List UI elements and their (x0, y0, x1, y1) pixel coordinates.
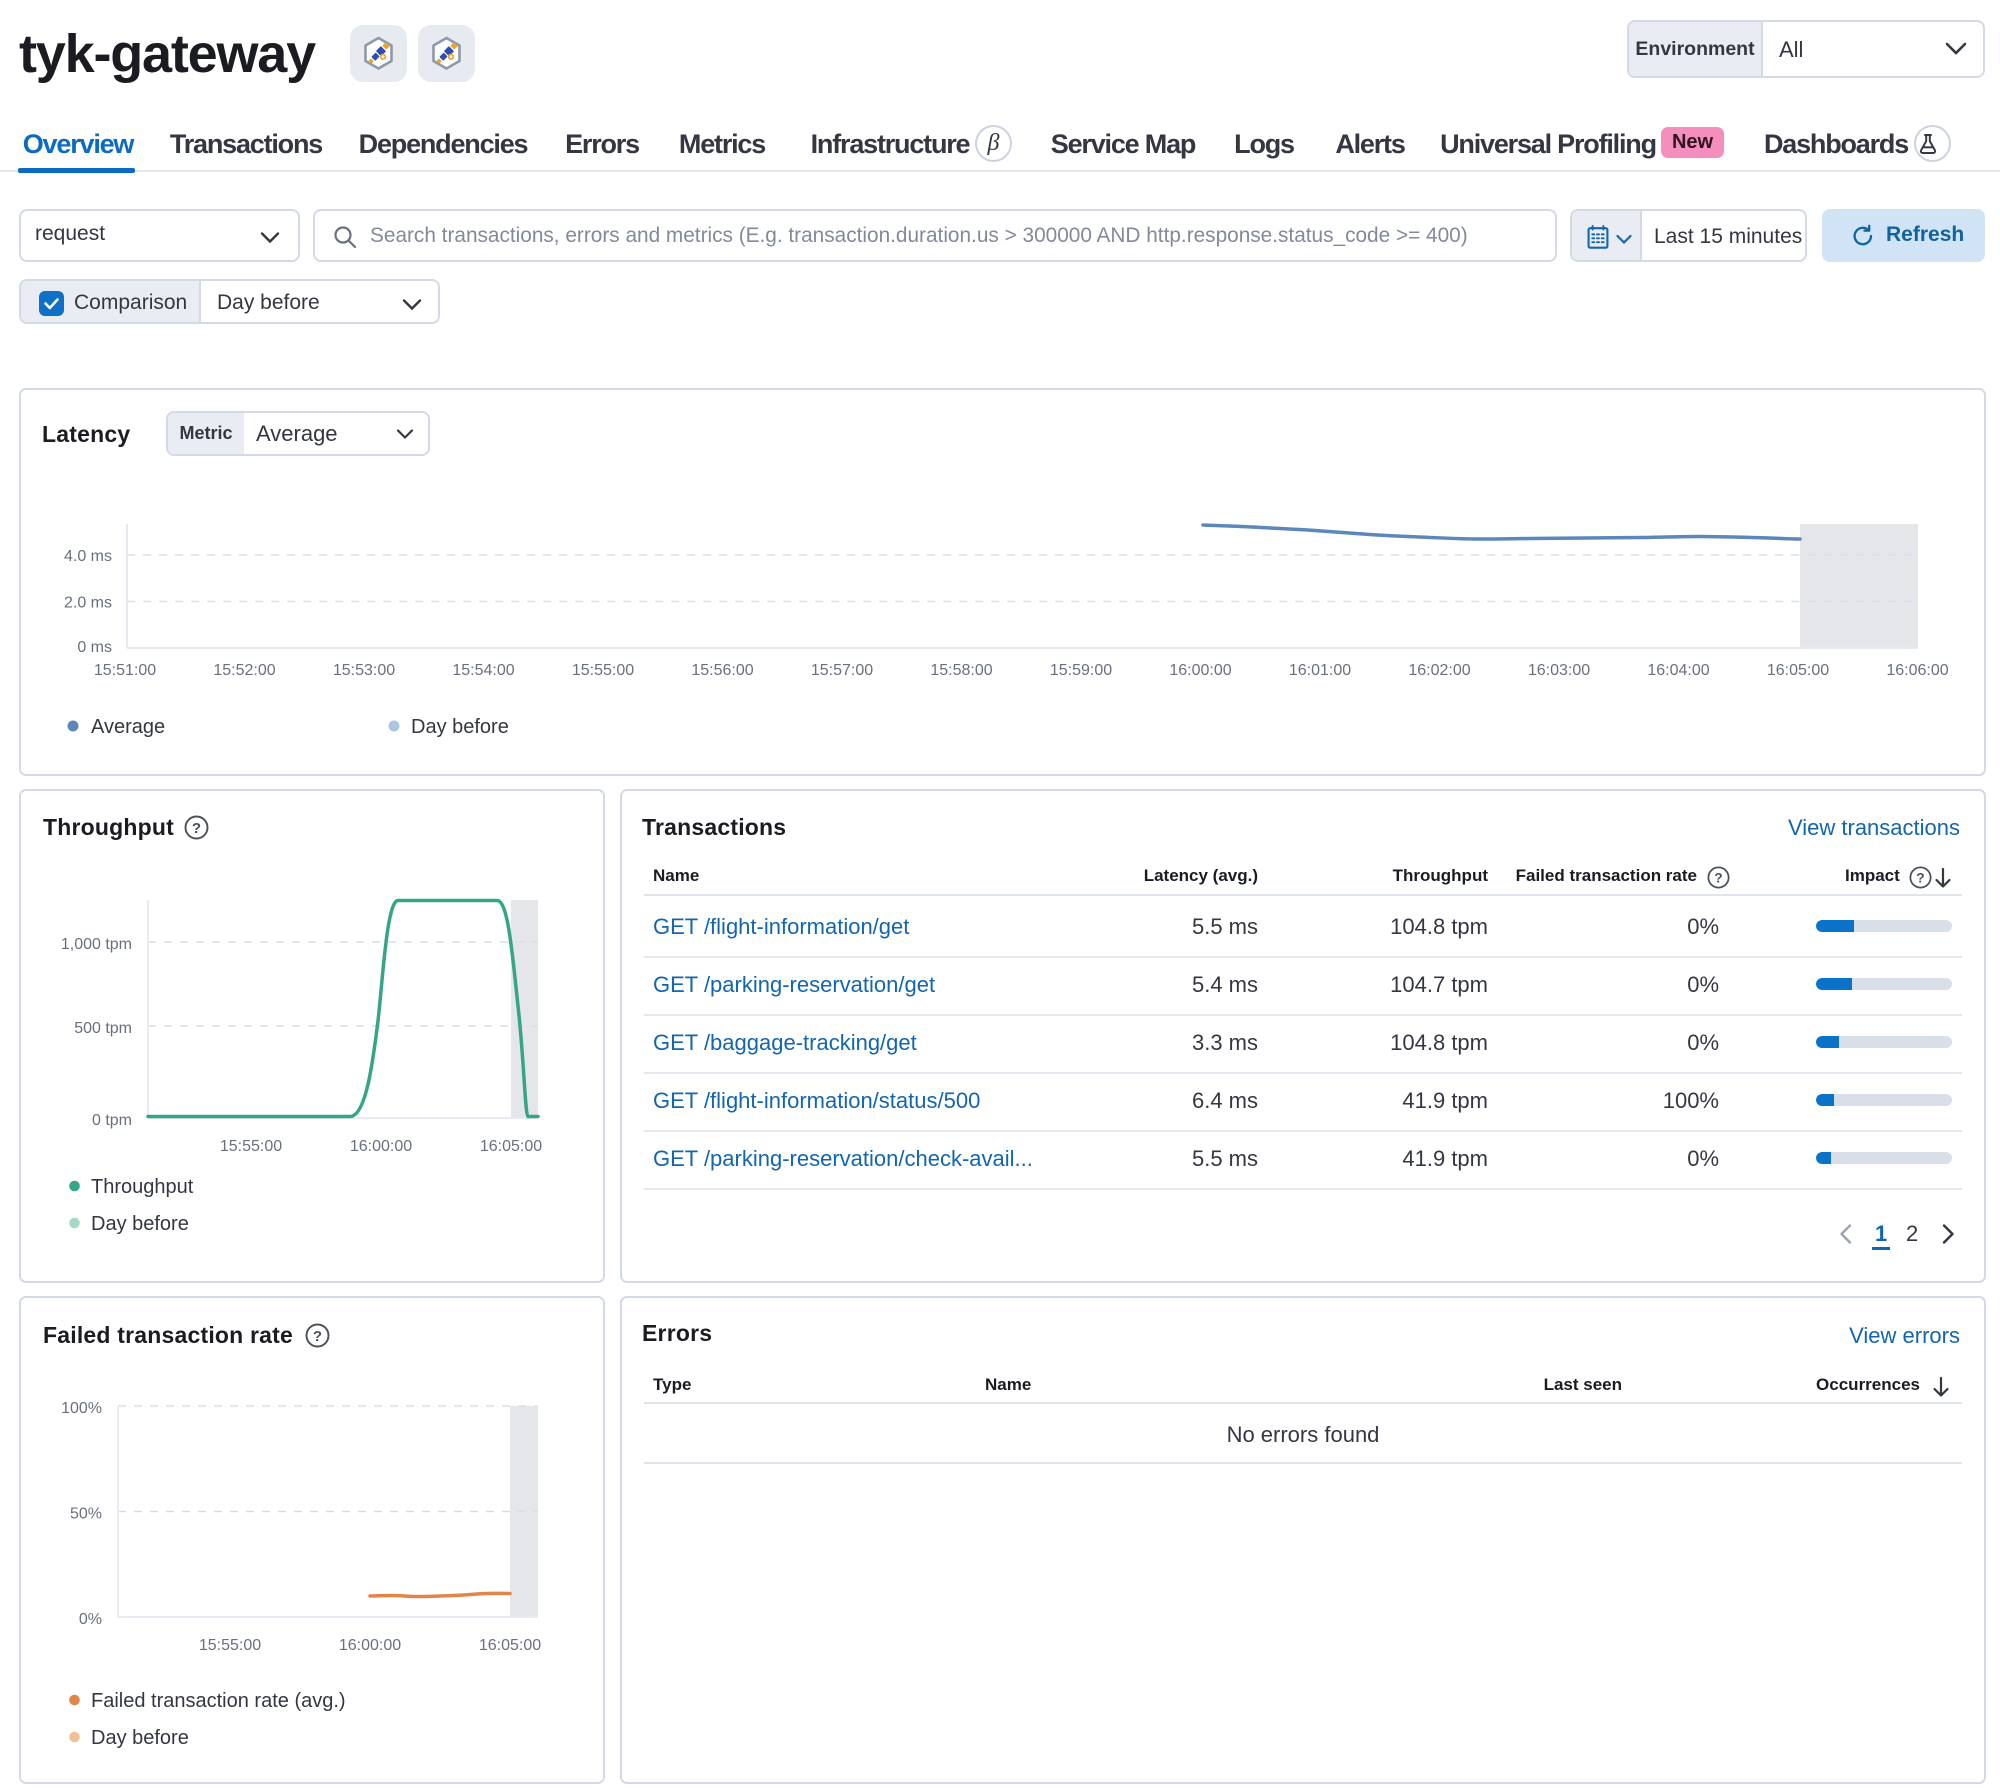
svg-text:15:55:00: 15:55:00 (199, 1637, 261, 1654)
svg-text:0%: 0% (79, 1611, 102, 1628)
svg-text:Average: Average (91, 716, 165, 738)
svg-text:Failed transaction rate (avg.): Failed transaction rate (avg.) (91, 1690, 346, 1712)
svg-text:50%: 50% (70, 1506, 102, 1523)
svg-text:15:54:00: 15:54:00 (452, 662, 514, 679)
svg-text:Throughput: Throughput (91, 1176, 194, 1198)
svg-text:15:55:00: 15:55:00 (220, 1138, 282, 1155)
svg-text:2.0 ms: 2.0 ms (64, 595, 112, 612)
svg-text:Day before: Day before (411, 716, 509, 738)
svg-text:16:02:00: 16:02:00 (1408, 662, 1470, 679)
svg-text:Day before: Day before (91, 1213, 189, 1235)
svg-text:1,000 tpm: 1,000 tpm (61, 936, 132, 953)
svg-text:15:52:00: 15:52:00 (213, 662, 275, 679)
svg-text:16:00:00: 16:00:00 (350, 1138, 412, 1155)
svg-text:15:55:00: 15:55:00 (572, 662, 634, 679)
svg-text:15:58:00: 15:58:00 (930, 662, 992, 679)
svg-text:16:05:00: 16:05:00 (479, 1637, 541, 1654)
svg-text:16:01:00: 16:01:00 (1289, 662, 1351, 679)
svg-text:4.0 ms: 4.0 ms (64, 548, 112, 565)
svg-text:500 tpm: 500 tpm (74, 1020, 132, 1037)
svg-text:15:51:00: 15:51:00 (94, 662, 156, 679)
svg-text:?: ? (1916, 871, 1924, 886)
svg-text:16:04:00: 16:04:00 (1647, 662, 1709, 679)
svg-text:15:53:00: 15:53:00 (333, 662, 395, 679)
svg-text:0 ms: 0 ms (77, 639, 112, 656)
svg-text:15:56:00: 15:56:00 (691, 662, 753, 679)
svg-text:Day before: Day before (91, 1727, 189, 1749)
svg-text:16:05:00: 16:05:00 (480, 1138, 542, 1155)
svg-text:?: ? (1714, 871, 1722, 886)
svg-text:16:06:00: 16:06:00 (1886, 662, 1948, 679)
svg-text:15:57:00: 15:57:00 (811, 662, 873, 679)
svg-text:100%: 100% (61, 1400, 102, 1417)
svg-text:0 tpm: 0 tpm (92, 1112, 132, 1129)
svg-text:16:00:00: 16:00:00 (339, 1637, 401, 1654)
svg-text:15:59:00: 15:59:00 (1050, 662, 1112, 679)
svg-text:16:00:00: 16:00:00 (1169, 662, 1231, 679)
svg-text:16:05:00: 16:05:00 (1767, 662, 1829, 679)
svg-text:16:03:00: 16:03:00 (1528, 662, 1590, 679)
